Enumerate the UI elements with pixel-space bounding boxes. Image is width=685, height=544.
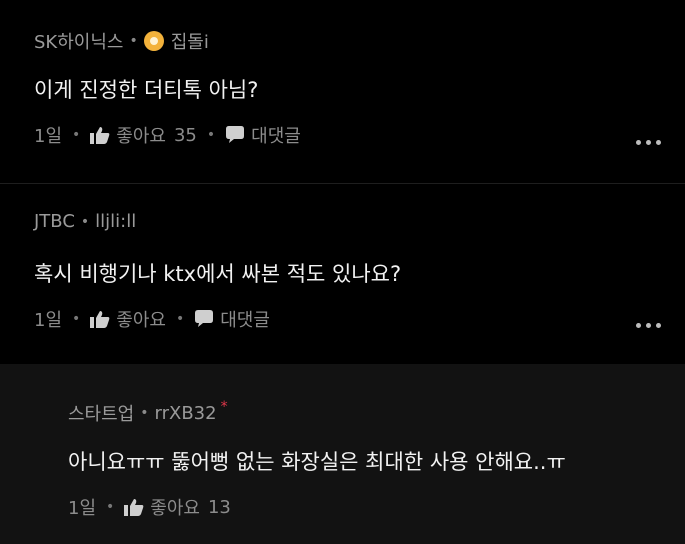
comment-actions: 1일 • 좋아요 35 • 대댓글 [34, 122, 301, 148]
flower-badge-icon [143, 31, 164, 51]
action-separator: • [72, 127, 81, 143]
comment-item: JTBC • lljli:ll 혹시 비행기나 ktx에서 싸본 적도 있나요?… [0, 183, 685, 364]
reply-button[interactable]: 대댓글 [220, 306, 270, 332]
reply-button[interactable]: 대댓글 [251, 122, 301, 148]
comment-text: 혹시 비행기나 ktx에서 싸본 적도 있나요? [34, 262, 402, 286]
comment-item: SK하이닉스 • 집돌i 이게 진정한 더티톡 아님? 1일 • 좋아요 35 … [0, 0, 685, 182]
speech-bubble-icon[interactable] [194, 310, 214, 328]
meta-separator: • [129, 33, 138, 49]
thumbs-up-icon[interactable] [90, 310, 110, 328]
comment-meta: SK하이닉스 • 집돌i [34, 28, 209, 54]
reply-nickname[interactable]: rrXB32 [155, 403, 217, 424]
comment-time: 1일 [34, 310, 63, 331]
comment-time: 1일 [34, 126, 63, 147]
comment-author[interactable]: SK하이닉스 [34, 28, 123, 54]
more-options-icon[interactable] [636, 323, 661, 328]
comment-nickname[interactable]: lljli:ll [95, 211, 136, 232]
comment-text: 이게 진정한 더티톡 아님? [34, 78, 259, 102]
action-separator: • [175, 311, 185, 327]
like-count: 35 [173, 124, 197, 146]
action-separator: • [206, 127, 216, 143]
thumbs-up-icon[interactable] [124, 498, 144, 516]
action-separator: • [72, 311, 81, 327]
like-button[interactable]: 좋아요 [116, 122, 166, 148]
reply-actions: 1일 • 좋아요 13 [68, 494, 231, 520]
thumbs-up-icon[interactable] [90, 126, 110, 144]
comment-author[interactable]: JTBC [34, 211, 75, 232]
like-button[interactable]: 좋아요 [116, 306, 166, 332]
comment-actions: 1일 • 좋아요 • 대댓글 [34, 306, 270, 332]
reply-time: 1일 [68, 498, 97, 519]
speech-bubble-icon[interactable] [225, 126, 245, 144]
meta-separator: • [140, 405, 149, 421]
comment-meta: JTBC • lljli:ll [34, 211, 136, 232]
meta-separator: • [80, 213, 90, 230]
like-count: 13 [207, 496, 231, 518]
author-marker: * [220, 399, 228, 415]
reply-text: 아니요ㅠㅠ 뚫어뻥 없는 화장실은 최대한 사용 안해요..ㅠ [68, 450, 566, 474]
comment-nickname[interactable]: 집돌i [171, 28, 209, 54]
action-separator: • [106, 499, 115, 515]
reply-meta: 스타트업 • rrXB32 * [68, 399, 228, 426]
more-options-icon[interactable] [636, 140, 661, 145]
reply-item: 스타트업 • rrXB32 * 아니요ㅠㅠ 뚫어뻥 없는 화장실은 최대한 사용… [0, 364, 685, 544]
reply-author[interactable]: 스타트업 [68, 400, 134, 426]
like-button[interactable]: 좋아요 [150, 494, 200, 520]
